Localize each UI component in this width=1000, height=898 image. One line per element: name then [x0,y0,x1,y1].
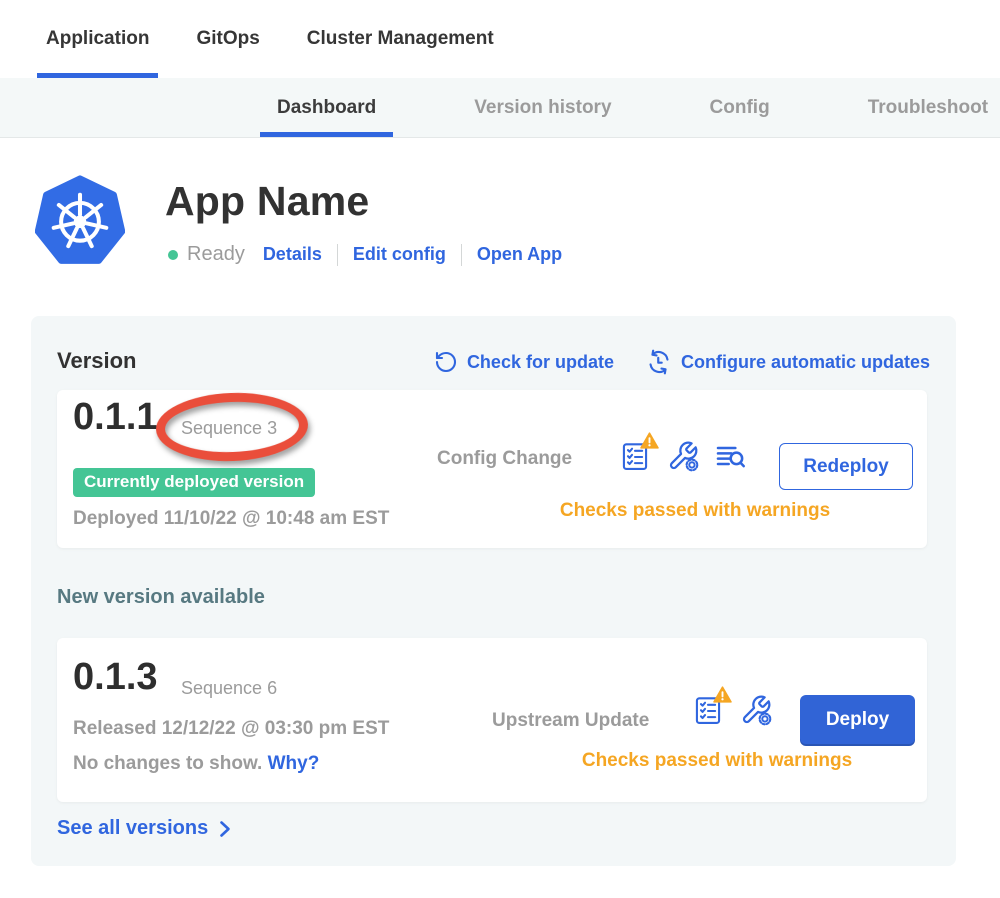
refresh-icon [434,350,458,374]
version-action-icons [620,440,746,474]
details-link[interactable]: Details [263,244,322,265]
edit-config-icon[interactable] [667,440,699,472]
available-version-sequence: Sequence 6 [181,678,277,699]
current-version-card: 0.1.1 Sequence 3 Currently deployed vers… [57,390,927,548]
tab-troubleshoot[interactable]: Troubleshoot [851,78,1000,137]
configure-automatic-updates-label: Configure automatic updates [681,352,930,373]
nav-item-gitops[interactable]: GitOps [187,0,268,78]
primary-nav: Application GitOps Cluster Management [0,0,1000,78]
separator [337,244,338,266]
current-version-sequence: Sequence 3 [181,418,277,439]
configure-automatic-updates-button[interactable]: Configure automatic updates [646,349,930,375]
checks-status-text: Checks passed with warnings [535,500,855,522]
available-version-card: 0.1.3 Sequence 6 Released 12/12/22 @ 03:… [57,638,927,802]
status-dot [168,250,178,260]
tab-config[interactable]: Config [693,78,787,137]
page-title: App Name [165,178,369,225]
separator [461,244,462,266]
changes-note: No changes to show. Why? [73,753,319,775]
deployed-timestamp: Deployed 11/10/22 @ 10:48 am EST [73,508,389,530]
version-panel-title: Version [57,348,136,374]
redeploy-button[interactable]: Redeploy [779,443,913,490]
version-panel: Version Check for update Con [31,316,956,866]
version-panel-actions: Check for update Configure automatic upd… [434,349,930,375]
kubernetes-logo-icon [35,175,125,265]
chevron-right-icon [216,819,234,839]
currently-deployed-badge: Currently deployed version [73,468,315,497]
check-for-update-button[interactable]: Check for update [434,350,614,374]
released-timestamp: Released 12/12/22 @ 03:30 pm EST [73,718,389,740]
deploy-button[interactable]: Deploy [800,695,915,744]
clock-sync-icon [646,349,672,375]
new-version-heading: New version available [57,586,265,609]
app-status-row: Ready Details Edit config Open App [168,243,562,266]
warning-triangle-icon [640,432,659,449]
tab-version-history[interactable]: Version history [457,78,628,137]
see-all-versions-link[interactable]: See all versions [57,817,234,840]
status-label: Ready [187,243,245,266]
preflight-checks-icon[interactable] [693,694,725,728]
app-tabs: Dashboard Version history Config Trouble… [0,78,1000,138]
tab-dashboard[interactable]: Dashboard [260,78,393,137]
preflight-checks-icon[interactable] [620,440,652,474]
nav-item-application[interactable]: Application [37,0,158,78]
edit-config-icon[interactable] [740,694,772,726]
current-version-number: 0.1.1 [73,396,158,439]
change-type-label: Upstream Update [492,710,649,732]
view-files-icon[interactable] [714,440,746,472]
available-version-number: 0.1.3 [73,656,158,699]
checks-status-text: Checks passed with warnings [557,750,877,772]
change-type-label: Config Change [437,448,572,470]
open-app-link[interactable]: Open App [477,244,562,265]
warning-triangle-icon [713,686,732,703]
check-for-update-label: Check for update [467,352,614,373]
see-all-versions-label: See all versions [57,817,208,840]
version-action-icons [693,694,772,728]
nav-item-cluster-management[interactable]: Cluster Management [298,0,503,78]
why-link[interactable]: Why? [268,753,320,774]
edit-config-link[interactable]: Edit config [353,244,446,265]
